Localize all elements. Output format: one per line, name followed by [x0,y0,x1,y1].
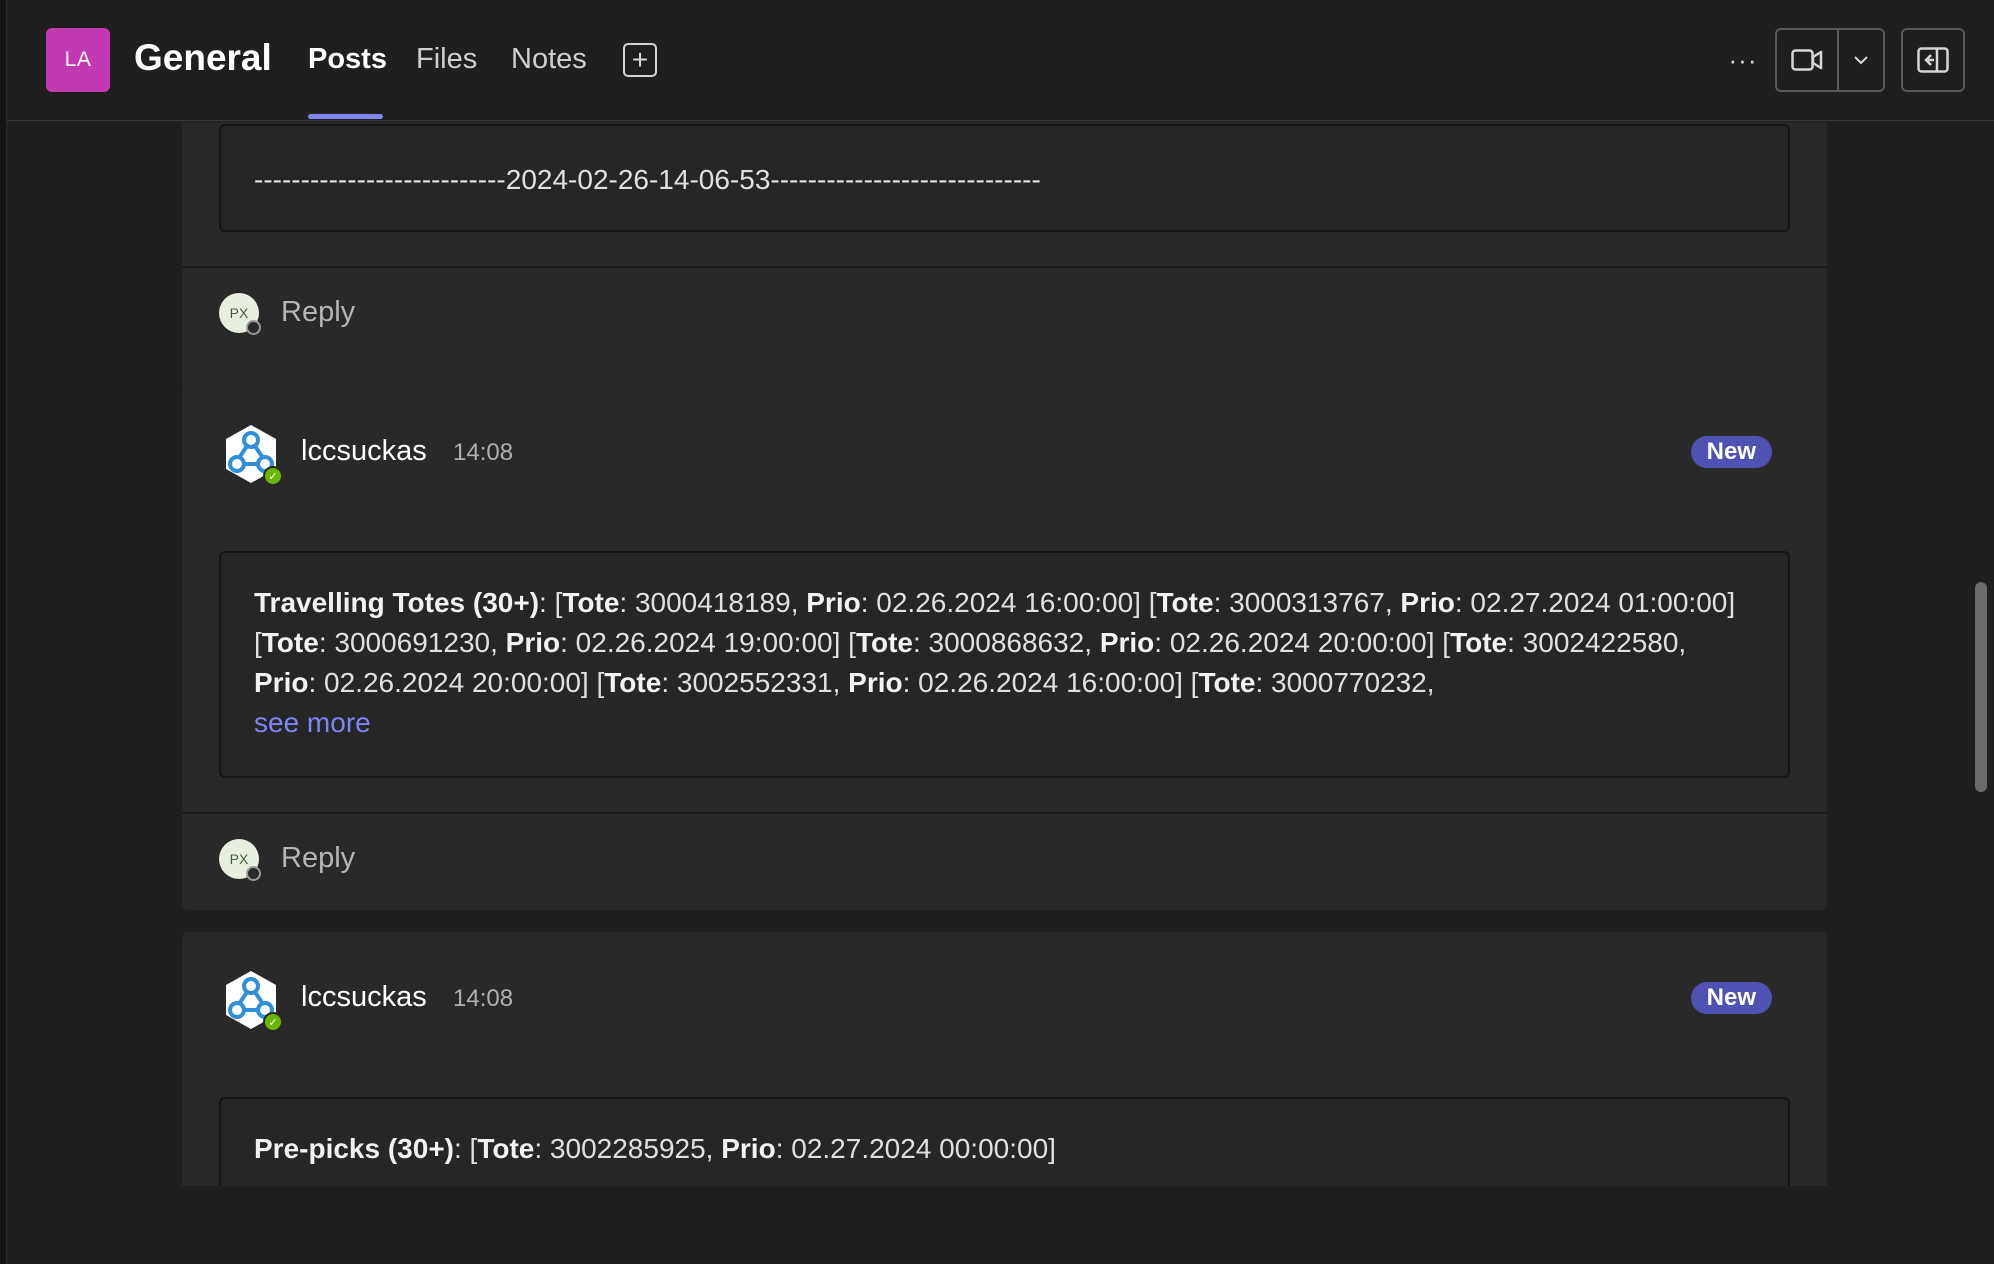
open-side-panel-button[interactable] [1901,28,1965,92]
text-bold: Tote [562,587,620,618]
text-run: : 3000868632, [912,627,1100,658]
new-badge: New [1690,982,1772,1014]
channel-header: LA General Posts Files Notes + ··· [7,0,1994,121]
text-run: : 02.26.2024 20:00:00] [ [308,667,605,698]
text-run: : 02.27.2024 00:00:00] [775,1133,1056,1164]
avatar: PX [219,293,261,335]
video-camera-icon [1791,49,1823,71]
text-bold: Tote [261,627,319,658]
text-bold: Prio [1099,627,1155,658]
bot-avatar[interactable]: ✓ [219,968,283,1032]
post-card: ✓ lccsuckas 14:08 New Travelling Totes (… [182,386,1827,910]
text-bold: Tote [604,667,662,698]
post-timestamp: 14:08 [453,985,514,1012]
text-bold: Tote [855,627,913,658]
bot-avatar[interactable]: ✓ [219,422,283,486]
chevron-down-icon [1854,56,1868,65]
active-tab-indicator [308,114,383,119]
author-name[interactable]: lccsuckas [301,435,427,468]
author-name[interactable]: lccsuckas [301,981,427,1014]
avatar-initials: PX [229,851,249,867]
plus-square-icon[interactable]: + [623,43,657,77]
tab-files[interactable]: Files [416,43,477,76]
meet-options-button[interactable] [1839,30,1883,90]
text-bold: Prio [806,587,861,618]
posts-feed[interactable]: ---------------------------2024-02-26-14… [7,122,1994,1186]
avatar-initials: PX [229,305,249,321]
text-run: : 3000691230, [318,627,506,658]
text-bold: Pre-picks (30+) [254,1133,454,1164]
post-timestamp: 14:08 [453,439,514,466]
text-bold: Prio [721,1133,776,1164]
text-run: : [ [539,587,563,618]
more-horizontal-icon[interactable]: ··· [1723,40,1763,80]
text-bold: Prio [848,667,903,698]
team-avatar[interactable]: LA [46,28,110,92]
text-run: : 3002422580, [1507,627,1687,658]
reply-button[interactable]: Reply [281,842,355,875]
channel-title: General [134,37,272,78]
text-run: : 02.26.2024 16:00:00] [ [860,587,1157,618]
post-card: ✓ lccsuckas 14:08 New Pre-picks (30+): [… [182,932,1827,1186]
text-run: : 02.26.2024 19:00:00] [ [560,627,856,658]
see-more-link[interactable]: see more [254,707,371,738]
app-rail-edge [0,0,7,1264]
avatar: PX [219,839,261,881]
text-bold: Travelling Totes (30+) [254,587,540,618]
message-text: Travelling Totes (30+): [Tote: 300041818… [254,587,1735,698]
text-bold: Prio [1400,587,1455,618]
text-bold: Tote [1450,627,1508,658]
text-run: : 02.26.2024 20:00:00] [ [1154,627,1451,658]
presence-offline-icon [246,866,261,881]
message-body: ---------------------------2024-02-26-14… [219,124,1790,232]
message-body: Pre-picks (30+): [Tote: 3002285925, Prio… [219,1097,1790,1186]
text-run: : 3000418189, [619,587,807,618]
text-run: : 3002552331, [661,667,849,698]
feed-scrollbar[interactable] [1975,582,1987,792]
meet-now-button[interactable] [1777,30,1839,90]
reply-button[interactable]: Reply [281,296,355,329]
text-bold: Prio [254,667,309,698]
open-side-panel-icon [1917,47,1949,73]
text-bold: Tote [1198,667,1256,698]
text-run: : 02.26.2024 16:00:00] [ [902,667,1199,698]
message-text: ---------------------------2024-02-26-14… [254,164,1041,195]
presence-offline-icon [246,320,261,335]
tab-posts[interactable]: Posts [308,43,387,76]
divider [182,812,1827,814]
text-run: : 3002285925, [534,1133,722,1164]
divider [182,266,1827,268]
text-run: : 3000770232, [1255,667,1435,698]
presence-available-icon: ✓ [263,1012,283,1032]
message-text: Pre-picks (30+): [Tote: 3002285925, Prio… [254,1133,1056,1164]
text-bold: Prio [505,627,561,658]
text-run: : 3000313767, [1213,587,1401,618]
text-bold: Tote [477,1133,535,1164]
new-badge: New [1690,436,1772,468]
tab-notes[interactable]: Notes [511,43,587,76]
text-run: : [ [454,1133,478,1164]
text-bold: Tote [1156,587,1214,618]
presence-available-icon: ✓ [263,466,283,486]
message-body: Travelling Totes (30+): [Tote: 300041818… [219,551,1790,778]
meet-button-group [1775,28,1885,92]
